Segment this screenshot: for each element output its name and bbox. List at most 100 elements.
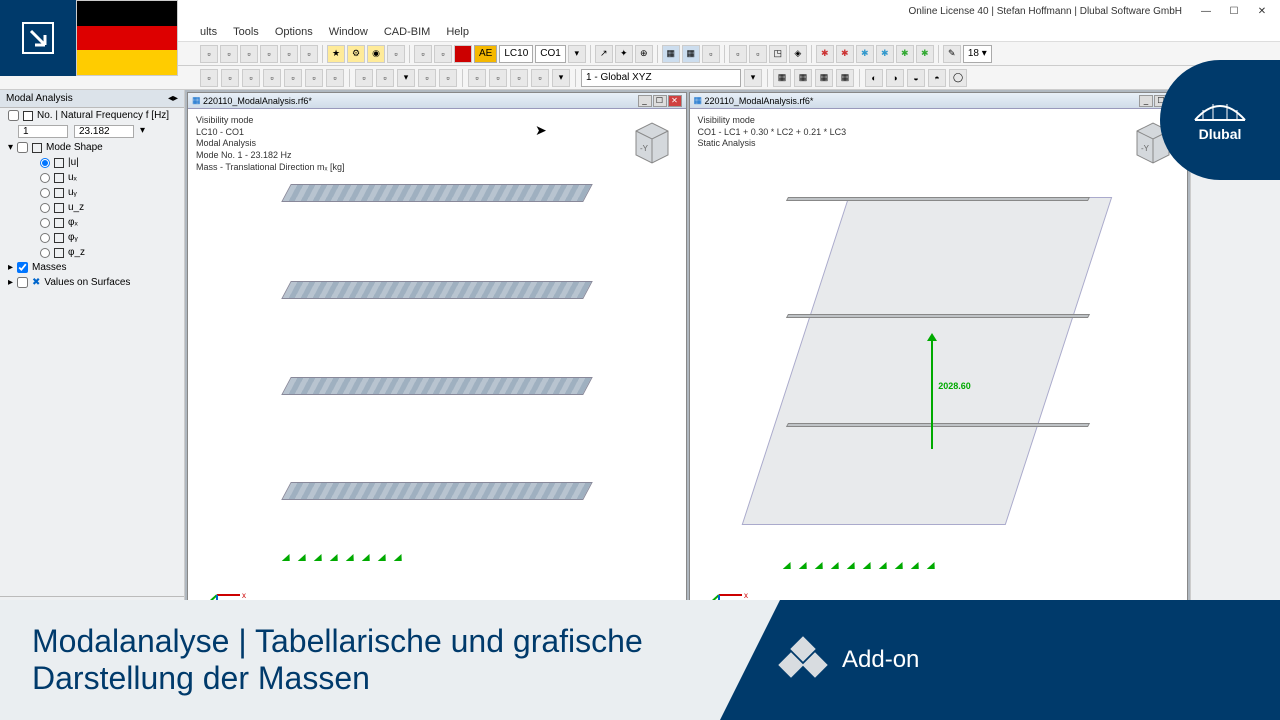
toolbar-icon[interactable]: ◉: [367, 45, 385, 63]
modeshape-row[interactable]: ▾ Mode Shape: [0, 140, 184, 155]
toolbar-icon[interactable]: ▫: [326, 69, 344, 87]
radio[interactable]: [40, 188, 50, 198]
toolbar-icon[interactable]: ▫: [305, 69, 323, 87]
toolbar-icon[interactable]: ▫: [220, 45, 238, 63]
dropdown-icon[interactable]: ▾: [140, 125, 145, 138]
toolbar-icon[interactable]: ✱: [916, 45, 934, 63]
menu-item[interactable]: Help: [446, 26, 469, 38]
toolbar-icon[interactable]: ▫: [531, 69, 549, 87]
checkbox[interactable]: [17, 277, 28, 288]
toolbar-icon[interactable]: [454, 45, 472, 63]
vos-row[interactable]: ▸✖Values on Surfaces: [0, 275, 184, 290]
toolbar-icon[interactable]: ▦: [682, 45, 700, 63]
menu-item[interactable]: Options: [275, 26, 313, 38]
toolbar-icon[interactable]: ▫: [200, 45, 218, 63]
radio[interactable]: [40, 158, 50, 168]
radio[interactable]: [40, 203, 50, 213]
toolbar-icon[interactable]: ✱: [836, 45, 854, 63]
vp-min-icon[interactable]: _: [1139, 95, 1153, 107]
viewport-right[interactable]: ▦ 220110_ModalAnalysis.rf6* _ ☐ ✕ Visibi…: [689, 92, 1189, 644]
maximize-button[interactable]: ☐: [1220, 2, 1248, 20]
coord-system-combo[interactable]: 1 - Global XYZ: [581, 69, 741, 87]
toolbar-combo[interactable]: 18 ▾: [963, 45, 992, 63]
toolbar-icon[interactable]: ▾: [397, 69, 415, 87]
toolbar-icon[interactable]: ▫: [387, 45, 405, 63]
toolbar-icon[interactable]: ▫: [200, 69, 218, 87]
toolbar-icon[interactable]: ✱: [856, 45, 874, 63]
dropdown-icon[interactable]: ▾: [552, 69, 570, 87]
toolbar-icon[interactable]: ⚙: [347, 45, 365, 63]
menu-item[interactable]: ults: [200, 26, 217, 38]
menu-item[interactable]: Window: [329, 26, 368, 38]
radio[interactable]: [40, 218, 50, 228]
tree-item[interactable]: uₓ: [0, 170, 184, 185]
toolbar-icon[interactable]: ⊕: [635, 45, 653, 63]
toolbar-icon[interactable]: ▫: [300, 45, 318, 63]
toolbar-icon[interactable]: ▫: [355, 69, 373, 87]
toolbar-icon[interactable]: ▦: [773, 69, 791, 87]
tree-item[interactable]: uᵧ: [0, 185, 184, 200]
toolbar-icon[interactable]: ◑: [886, 69, 904, 87]
checkbox[interactable]: [8, 110, 19, 121]
menu-item[interactable]: CAD-BIM: [384, 26, 430, 38]
model-view[interactable]: [248, 163, 626, 583]
dropdown-icon[interactable]: ▾: [744, 69, 762, 87]
close-button[interactable]: ✕: [1248, 2, 1276, 20]
radio[interactable]: [40, 233, 50, 243]
toolbar-icon[interactable]: ◈: [789, 45, 807, 63]
dropdown-icon[interactable]: ▾: [568, 45, 586, 63]
toolbar-icon[interactable]: ✎: [943, 45, 961, 63]
model-view[interactable]: 2028.60: [750, 163, 1128, 583]
panel-nav-icon[interactable]: ▸: [173, 93, 178, 104]
toolbar-icon[interactable]: ▫: [749, 45, 767, 63]
toolbar-icon[interactable]: ▫: [702, 45, 720, 63]
toolbar-icon[interactable]: ▦: [662, 45, 680, 63]
tree-item[interactable]: u_z: [0, 200, 184, 215]
toolbar-icon[interactable]: ▫: [263, 69, 281, 87]
toolbar-icon[interactable]: ◓: [928, 69, 946, 87]
menu-item[interactable]: Tools: [233, 26, 259, 38]
toolbar-icon[interactable]: ✱: [816, 45, 834, 63]
tree-item[interactable]: φₓ: [0, 215, 184, 230]
toolbar-icon[interactable]: ▦: [815, 69, 833, 87]
toolbar-icon[interactable]: ◯: [949, 69, 967, 87]
radio[interactable]: [40, 248, 50, 258]
toolbar-icon[interactable]: ▫: [242, 69, 260, 87]
toolbar-icon[interactable]: ▫: [240, 45, 258, 63]
ae-combo[interactable]: AE: [474, 45, 497, 63]
toolbar-icon[interactable]: ✱: [896, 45, 914, 63]
toolbar-icon[interactable]: ✱: [876, 45, 894, 63]
toolbar-icon[interactable]: ▦: [794, 69, 812, 87]
toolbar-icon[interactable]: ▫: [418, 69, 436, 87]
checkbox[interactable]: [17, 262, 28, 273]
masses-row[interactable]: ▸Masses: [0, 260, 184, 275]
toolbar-icon[interactable]: ↗: [595, 45, 613, 63]
toolbar-icon[interactable]: ▫: [439, 69, 457, 87]
tree-item[interactable]: φᵧ: [0, 230, 184, 245]
toolbar-icon[interactable]: ✦: [615, 45, 633, 63]
toolbar-icon[interactable]: ▫: [434, 45, 452, 63]
vp-max-icon[interactable]: ☐: [653, 95, 667, 107]
freq-no[interactable]: 1: [18, 125, 68, 138]
expand-icon[interactable]: ▾: [8, 142, 13, 153]
checkbox[interactable]: [17, 142, 28, 153]
toolbar-icon[interactable]: ▫: [510, 69, 528, 87]
toolbar-icon[interactable]: ▫: [376, 69, 394, 87]
freq-value[interactable]: 23.182: [74, 125, 134, 138]
toolbar-icon[interactable]: ▫: [260, 45, 278, 63]
toolbar-icon[interactable]: ◒: [907, 69, 925, 87]
toolbar-icon[interactable]: ▫: [414, 45, 432, 63]
tree-item[interactable]: φ_z: [0, 245, 184, 260]
toolbar-icon[interactable]: ◐: [865, 69, 883, 87]
nav-cube[interactable]: -Y: [626, 117, 678, 169]
viewport-left[interactable]: ▦ 220110_ModalAnalysis.rf6* _ ☐ ✕ Visibi…: [187, 92, 687, 644]
toolbar-icon[interactable]: ★: [327, 45, 345, 63]
toolbar-icon[interactable]: ▫: [489, 69, 507, 87]
vp-min-icon[interactable]: _: [638, 95, 652, 107]
minimize-button[interactable]: —: [1192, 2, 1220, 20]
toolbar-icon[interactable]: ▫: [284, 69, 302, 87]
toolbar-icon[interactable]: ▫: [280, 45, 298, 63]
toolbar-icon[interactable]: ▦: [836, 69, 854, 87]
radio[interactable]: [40, 173, 50, 183]
vp-close-icon[interactable]: ✕: [668, 95, 682, 107]
